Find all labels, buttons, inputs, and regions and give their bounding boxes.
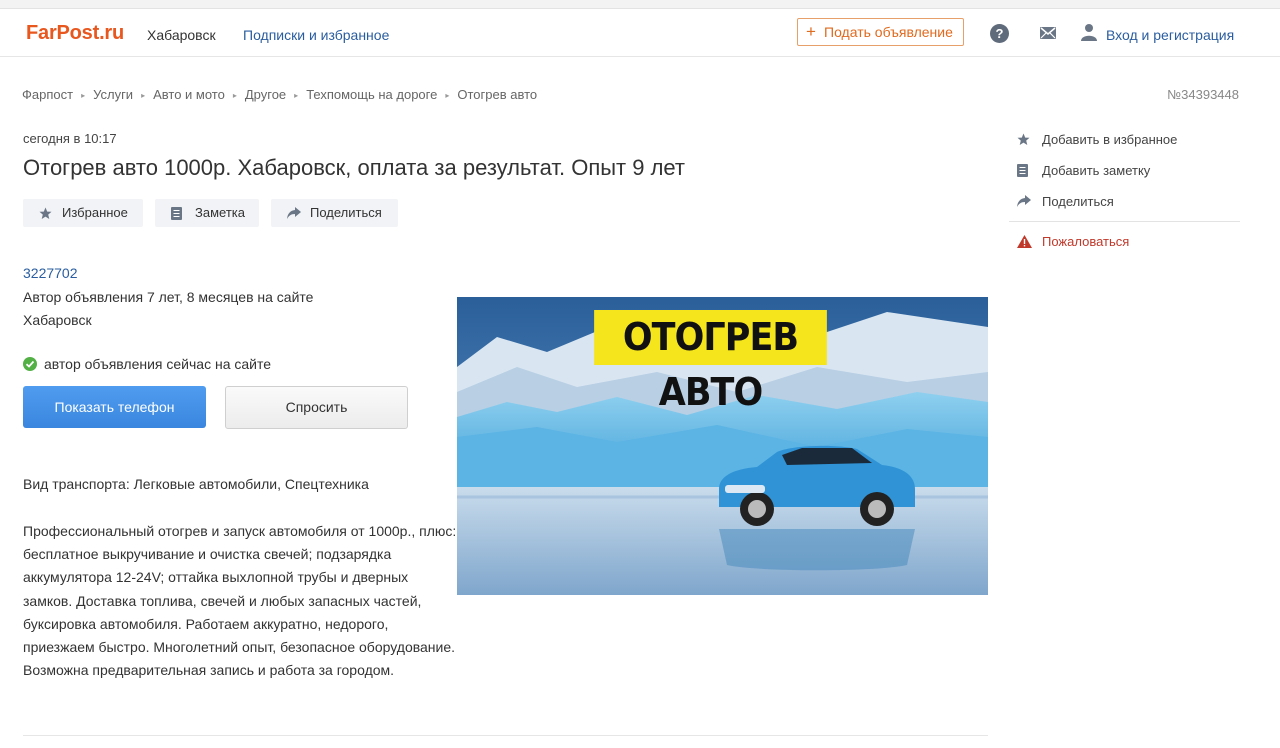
sidebar-add-note-label: Добавить заметку: [1042, 163, 1151, 178]
note-icon: [171, 207, 182, 220]
share-label: Поделиться: [310, 205, 382, 220]
sidebar-divider: [1009, 221, 1240, 222]
star-icon: [1017, 133, 1030, 145]
login-link[interactable]: Вход и регистрация: [1106, 27, 1234, 43]
ad-number: №34393448: [1167, 87, 1239, 102]
star-icon: [39, 207, 52, 219]
subscriptions-link[interactable]: Подписки и избранное: [243, 27, 389, 43]
note-label: Заметка: [195, 205, 245, 220]
favorite-label: Избранное: [62, 205, 128, 220]
breadcrumb: Фарпост ▸ Услуги ▸ Авто и мото ▸ Другое ▸ Техпом…: [22, 87, 537, 102]
site-logo[interactable]: FarPost.ru: [26, 22, 124, 45]
breadcrumb-item[interactable]: Фарпост: [22, 87, 73, 102]
mail-icon[interactable]: [1039, 25, 1057, 41]
breadcrumb-separator: ▸: [294, 91, 299, 100]
breadcrumb-item[interactable]: Отогрев авто: [457, 87, 537, 102]
note-icon: [1017, 164, 1028, 177]
browser-top-strip: [0, 0, 1280, 9]
warning-icon: [1017, 235, 1032, 248]
page-title: Отогрев авто 1000р. Хабаровск, оплата за…: [23, 155, 685, 180]
breadcrumb-separator: ▸: [81, 91, 86, 100]
city-selector[interactable]: Хабаровск: [147, 27, 216, 43]
plus-icon: +: [806, 22, 816, 41]
site-header: FarPost.ru Хабаровск Подписки и избранно…: [0, 9, 1280, 57]
author-city: Хабаровск: [23, 312, 92, 328]
share-icon: [287, 207, 301, 219]
post-ad-button[interactable]: + Подать объявление: [797, 18, 964, 46]
breadcrumb-item[interactable]: Авто и мото: [153, 87, 225, 102]
sidebar-share-label: Поделиться: [1042, 194, 1114, 209]
divider: [23, 735, 988, 736]
author-id-link[interactable]: 3227702: [23, 265, 78, 281]
note-button[interactable]: Заметка: [155, 199, 259, 227]
image-banner-text: ОТОГРЕВ АВТО: [594, 310, 827, 414]
post-ad-label: Подать объявление: [824, 24, 953, 40]
online-check-icon: [23, 357, 37, 371]
sidebar-report-label: Пожаловаться: [1042, 234, 1130, 249]
share-icon: [1017, 195, 1031, 207]
breadcrumb-item[interactable]: Техпомощь на дороге: [306, 87, 437, 102]
sidebar-add-favorite-label: Добавить в избранное: [1042, 132, 1178, 147]
breadcrumb-item[interactable]: Услуги: [93, 87, 133, 102]
breadcrumb-separator: ▸: [141, 91, 146, 100]
favorite-button[interactable]: Избранное: [23, 199, 143, 227]
share-button[interactable]: Поделиться: [271, 199, 398, 227]
breadcrumb-separator: ▸: [445, 91, 450, 100]
user-icon: [1081, 24, 1097, 41]
transport-type: Вид транспорта: Легковые автомобили, Спе…: [23, 476, 369, 492]
breadcrumb-item[interactable]: Другое: [245, 87, 286, 102]
ask-button[interactable]: Спросить: [225, 386, 408, 429]
help-icon[interactable]: ?: [990, 24, 1009, 43]
show-phone-button[interactable]: Показать телефон: [23, 386, 206, 428]
author-age: Автор объявления 7 лет, 8 месяцев на сай…: [23, 289, 314, 305]
breadcrumb-separator: ▸: [232, 91, 237, 100]
ad-description: Профессиональный отогрев и запуск автомо…: [23, 523, 457, 679]
ad-date: сегодня в 10:17: [23, 131, 117, 146]
online-status: автор объявления сейчас на сайте: [44, 356, 272, 372]
